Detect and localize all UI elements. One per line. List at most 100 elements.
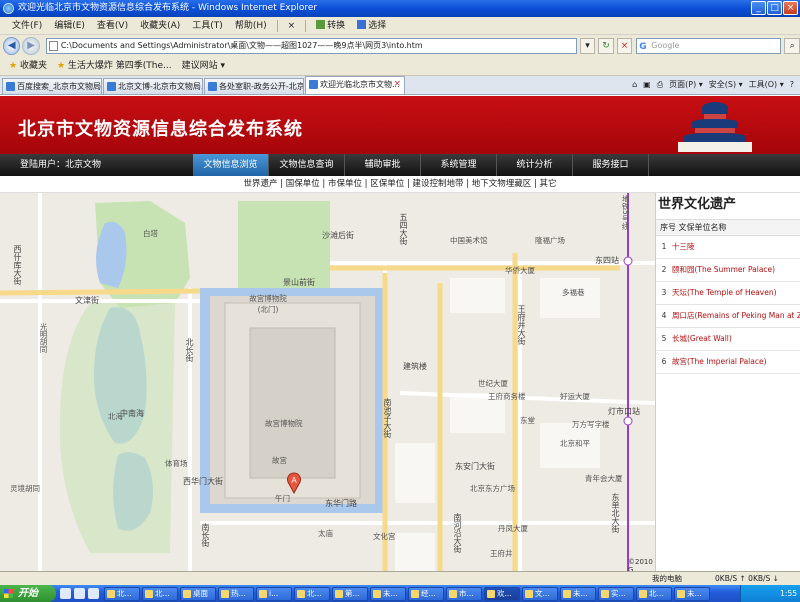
map-label: 王府井大街	[517, 305, 526, 345]
taskbar-button[interactable]: 桌面	[180, 586, 216, 601]
taskbar-button[interactable]: i...	[256, 586, 292, 601]
taskbar-button[interactable]: 未...	[370, 586, 406, 601]
nav-statistics[interactable]: 统计分析	[497, 154, 573, 176]
map-view[interactable]: 白塔 沙滩后街 西什库大街 文津街 故宫博物院 (北门) 景山前街 五四大街 中…	[0, 193, 655, 585]
taskbar-button[interactable]: 实...	[598, 586, 634, 601]
tab-welcome[interactable]: 欢迎光临北京市文物... ×	[305, 76, 405, 94]
map-pin-marker[interactable]: A	[286, 472, 302, 494]
taskbar-button[interactable]: 北...	[636, 586, 672, 601]
menu-separator	[276, 19, 278, 32]
heritage-row[interactable]: 4 周口店(Remains of Peking Man at Zhoukoudia…	[656, 305, 800, 328]
menu-favorites[interactable]: 收藏夹(A)	[134, 17, 186, 35]
taskbar-button[interactable]: 热...	[218, 586, 254, 601]
quicklaunch-icon[interactable]	[60, 588, 71, 599]
menu-help[interactable]: 帮助(H)	[229, 17, 273, 35]
select-button[interactable]: 选择	[351, 17, 392, 35]
taskbar-button[interactable]: 未...	[674, 586, 710, 601]
taskbar-button[interactable]: 第...	[332, 586, 368, 601]
nav-system[interactable]: 系统管理	[421, 154, 497, 176]
refresh-button[interactable]: ↻	[598, 38, 614, 54]
menu-bar: 文件(F) 编辑(E) 查看(V) 收藏夹(A) 工具(T) 帮助(H) × 转…	[0, 17, 800, 35]
tab-wenbo[interactable]: 北京文博-北京市文物局...	[103, 78, 203, 94]
favorites-link-tvshow[interactable]: ★ 生活大爆炸 第四季(The...	[52, 57, 177, 75]
tab-favicon	[309, 80, 318, 89]
taskbar-button[interactable]: 未...	[560, 586, 596, 601]
back-button[interactable]: ◀	[3, 37, 21, 55]
map-label: 王府井	[490, 549, 513, 558]
nav-browse[interactable]: 文物信息浏览	[193, 154, 269, 176]
favorites-button[interactable]: ★ 收藏夹	[4, 57, 52, 75]
taskbar-button[interactable]: 文...	[522, 586, 558, 601]
heritage-row[interactable]: 6 故宫(The Imperial Palace)	[656, 351, 800, 374]
toolbar-close-x[interactable]: ×	[282, 17, 302, 35]
address-dropdown-button[interactable]: ▾	[579, 38, 596, 54]
taskbar-button[interactable]: 北...	[294, 586, 330, 601]
map-label: 北京东方广场	[470, 484, 515, 493]
heritage-row[interactable]: 3 天坛(The Temple of Heaven)	[656, 282, 800, 305]
stop-button[interactable]: ×	[616, 38, 633, 54]
favorites-link-suggested[interactable]: 建议网站 ▾	[177, 57, 230, 75]
map-label: 东堂	[520, 416, 535, 425]
close-window-button[interactable]: ×	[783, 1, 798, 15]
heritage-row[interactable]: 2 颐和园(The Summer Palace)	[656, 259, 800, 282]
feeds-icon[interactable]: ▣	[643, 76, 651, 94]
menu-file[interactable]: 文件(F)	[6, 17, 48, 35]
map-label: 北京和平	[560, 439, 590, 448]
heritage-name-link[interactable]: 故宫(The Imperial Palace)	[672, 357, 767, 366]
menu-tools[interactable]: 工具(T)	[186, 17, 229, 35]
row-number: 5	[661, 334, 667, 343]
favorites-bar: ★ 收藏夹 ★ 生活大爆炸 第四季(The... 建议网站 ▾	[0, 57, 800, 76]
tools-menu[interactable]: 工具(O) ▾	[749, 76, 784, 94]
tab-label: 欢迎光临北京市文物...	[320, 80, 400, 89]
heritage-name-link[interactable]: 周口店(Remains of Peking Man at Zhoukoudian…	[672, 311, 800, 320]
system-tray-clock[interactable]: 1:55	[740, 585, 800, 602]
quicklaunch-icon[interactable]	[88, 588, 99, 599]
taskbar-button[interactable]: 北...	[104, 586, 140, 601]
start-button[interactable]: 开始	[0, 585, 56, 602]
map-label: 建筑楼	[403, 362, 427, 371]
menu-edit[interactable]: 编辑(E)	[48, 17, 91, 35]
star-add-icon: ★	[56, 61, 66, 71]
taskbar-button[interactable]: 北...	[142, 586, 178, 601]
search-placeholder: Google	[651, 41, 680, 50]
nav-approval[interactable]: 辅助审批	[345, 154, 421, 176]
forward-button[interactable]: ▶	[22, 37, 40, 55]
tab-favicon	[107, 82, 116, 91]
help-icon[interactable]: ?	[790, 76, 794, 94]
search-button[interactable]: ⌕	[784, 38, 800, 54]
minimize-button[interactable]: _	[751, 1, 766, 15]
search-input[interactable]: G Google	[636, 38, 782, 54]
maximize-button[interactable]: □	[767, 1, 782, 15]
page-menu[interactable]: 页面(P) ▾	[669, 76, 703, 94]
category-links[interactable]: 世界遗产 | 国保单位 | 市保单位 | 区保单位 | 建设控制地带 | 地下文…	[0, 176, 800, 193]
taskbar-button[interactable]: 市...	[446, 586, 482, 601]
heritage-name-link[interactable]: 长城(Great Wall)	[672, 334, 732, 343]
address-input[interactable]: C:\Documents and Settings\Administrator\…	[45, 38, 577, 54]
tab-favicon	[6, 82, 15, 91]
taskbar-button[interactable]: 经...	[408, 586, 444, 601]
favorites-label: 收藏夹	[19, 61, 47, 71]
quicklaunch-icon[interactable]	[74, 588, 85, 599]
map-label: 北海	[108, 412, 123, 421]
taskbar-button-active[interactable]: 欢...	[484, 586, 520, 601]
heritage-row[interactable]: 5 长城(Great Wall)	[656, 328, 800, 351]
print-icon[interactable]: ⎙	[657, 76, 663, 94]
menu-view[interactable]: 查看(V)	[91, 17, 134, 35]
home-icon[interactable]: ⌂	[632, 76, 637, 94]
temple-of-heaven-image	[674, 100, 756, 152]
translate-button[interactable]: 转换	[310, 17, 351, 35]
map-label: 文化宫	[373, 532, 396, 541]
heritage-name-link[interactable]: 颐和园(The Summer Palace)	[672, 265, 775, 274]
tab-baidu[interactable]: 百度搜索_北京市文物局	[2, 78, 102, 94]
heritage-row[interactable]: 1 十三陵	[656, 236, 800, 259]
tab-close-icon[interactable]: ×	[393, 77, 401, 92]
nav-service[interactable]: 服务接口	[573, 154, 649, 176]
nav-query[interactable]: 文物信息查询	[269, 154, 345, 176]
map-label: 东安门大街	[455, 462, 495, 471]
heritage-name-link[interactable]: 十三陵	[672, 242, 695, 251]
map-label: 南池子大街	[383, 398, 392, 438]
star-icon: ★	[9, 61, 18, 71]
heritage-name-link[interactable]: 天坛(The Temple of Heaven)	[672, 288, 777, 297]
safety-menu[interactable]: 安全(S) ▾	[709, 76, 743, 94]
tab-chushi[interactable]: 各处室职-政务公开-北京...	[204, 78, 304, 94]
